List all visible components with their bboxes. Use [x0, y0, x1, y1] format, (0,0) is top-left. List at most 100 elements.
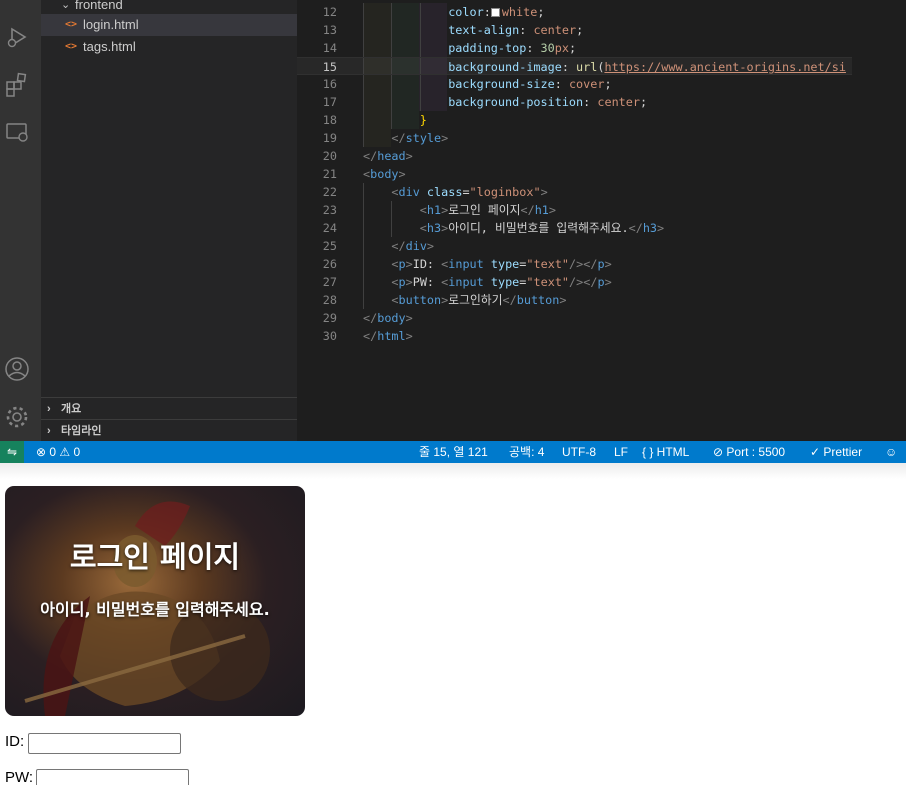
browser-toolbar-edge	[0, 463, 906, 479]
settings-gear-icon[interactable]	[4, 404, 30, 430]
line-number: 30	[322, 329, 337, 343]
code-line[interactable]: 21 <body>	[297, 165, 852, 183]
end-of-line[interactable]: LF	[614, 441, 628, 463]
code-text: <p>ID: <input type="text"/></p>	[391, 257, 612, 271]
line-number: 28	[322, 293, 337, 307]
code-line[interactable]: 14 padding-top: 30px;	[297, 39, 852, 57]
id-input[interactable]	[28, 733, 181, 754]
code-text: <button>로그인하기</button>	[391, 293, 567, 307]
chevron-right-icon: ›	[47, 403, 51, 415]
extensions-icon[interactable]	[4, 72, 30, 98]
line-number: 27	[322, 275, 337, 289]
cursor-position[interactable]: 줄 15, 열 121	[419, 441, 488, 463]
code-text: </div>	[391, 239, 435, 253]
explorer-sidebar: ⌄ frontend <> login.html <> tags.html › …	[41, 0, 297, 441]
code-text: <h3>아이디, 비밀번호를 입력해주세요.</h3>	[419, 221, 665, 235]
code-line[interactable]: 27 <p>PW: <input type="text"/></p>	[297, 273, 852, 291]
code-text: </style>	[391, 131, 449, 145]
line-number: 16	[322, 77, 337, 91]
code-line[interactable]: 13 text-align: center;	[297, 21, 852, 39]
indentation[interactable]: 공백: 4	[509, 441, 544, 463]
code-line[interactable]: 24 <h3>아이디, 비밀번호를 입력해주세요.</h3>	[297, 219, 852, 237]
feedback-icon[interactable]: ☺	[885, 441, 897, 463]
code-text: text-align: center;	[448, 23, 584, 37]
code-text: </html>	[363, 329, 413, 343]
code-line[interactable]: 25 </div>	[297, 237, 852, 255]
panel-label: 개요	[61, 403, 82, 415]
code-editor[interactable]: 12 color: white; 13 text-align: center; 14 pad…	[297, 0, 906, 441]
code-line[interactable]: 15 background-image: url(https://www.anci…	[297, 57, 852, 75]
login-box: 로그인 페이지 아이디, 비밀번호를 입력해주세요.	[5, 486, 305, 716]
encoding[interactable]: UTF-8	[562, 441, 596, 463]
panel-label: 타임라인	[61, 425, 102, 437]
code-line[interactable]: 28 <button>로그인하기</button>	[297, 291, 852, 309]
code-line[interactable]: 16 background-size: cover;	[297, 75, 852, 93]
pw-label: PW:	[5, 769, 34, 785]
line-number: 13	[322, 23, 337, 37]
file-label: login.html	[83, 17, 139, 32]
chevron-right-icon: ›	[47, 425, 51, 437]
line-number: 15	[322, 60, 337, 74]
code-line[interactable]: 22 <div class="loginbox">	[297, 183, 852, 201]
code-line[interactable]: 30 </html>	[297, 327, 852, 345]
code-line[interactable]: 17 background-position: center;	[297, 93, 852, 111]
line-number: 24	[322, 221, 337, 235]
activity-bar	[0, 0, 41, 441]
line-number: 19	[322, 131, 337, 145]
line-number: 14	[322, 41, 337, 55]
line-number: 29	[322, 311, 337, 325]
prettier-status[interactable]: ✓ Prettier	[810, 441, 862, 463]
color-swatch-icon	[490, 8, 500, 17]
code-line[interactable]: 18}	[297, 111, 852, 129]
code-text: <body>	[363, 167, 406, 181]
login-page-title: 로그인 페이지	[69, 540, 241, 574]
login-instructions: 아이디, 비밀번호를 입력해주세요.	[40, 600, 270, 619]
code-line[interactable]: 23 <h1>로그인 페이지</h1>	[297, 201, 852, 219]
id-label: ID:	[5, 733, 25, 750]
line-number: 26	[322, 257, 337, 271]
code-text: padding-top: 30px;	[448, 41, 577, 55]
code-line[interactable]: 26 <p>ID: <input type="text"/></p>	[297, 255, 852, 273]
file-label: tags.html	[83, 39, 136, 54]
pw-row: PW:	[5, 769, 189, 785]
file-tags-html[interactable]: <> tags.html	[41, 36, 297, 58]
problems-indicator[interactable]: ⊗ 0 ⚠ 0	[36, 441, 80, 463]
line-number: 21	[322, 167, 337, 181]
code-line[interactable]: 12 color: white;	[297, 3, 852, 21]
line-number: 17	[322, 95, 337, 109]
code-line[interactable]: 19 </style>	[297, 129, 852, 147]
remote-indicator-icon[interactable]: ⇋	[0, 441, 24, 463]
code-text: <div class="loginbox">	[391, 185, 548, 199]
code-text: background-size: cover;	[448, 77, 612, 91]
html-file-icon: <>	[65, 41, 78, 52]
line-number: 18	[322, 113, 337, 127]
file-login-html[interactable]: <> login.html	[41, 14, 297, 36]
pw-input[interactable]	[36, 769, 189, 785]
code-text: </head>	[363, 149, 413, 163]
code-text: }	[419, 113, 427, 127]
language-mode[interactable]: { } HTML	[642, 441, 689, 463]
panel-timeline[interactable]: › 타임라인	[41, 419, 297, 441]
id-row: ID:	[5, 733, 181, 754]
remote-explorer-icon[interactable]	[4, 120, 30, 146]
run-debug-icon[interactable]	[4, 24, 30, 50]
line-number: 23	[322, 203, 337, 217]
code-line[interactable]: 20 </head>	[297, 147, 852, 165]
html-file-icon: <>	[65, 19, 78, 30]
panel-outline[interactable]: › 개요	[41, 397, 297, 419]
account-icon[interactable]	[4, 356, 30, 382]
line-number: 25	[322, 239, 337, 253]
code-text: <h1>로그인 페이지</h1>	[419, 203, 557, 217]
code-text: background-position: center;	[448, 95, 648, 109]
live-server-port[interactable]: ⊘ Port : 5500	[713, 441, 785, 463]
line-number: 22	[322, 185, 337, 199]
vscode-window: ⌄ frontend <> login.html <> tags.html › …	[0, 0, 906, 441]
code-line[interactable]: 29 </body>	[297, 309, 852, 327]
code-text: color: white;	[448, 5, 545, 19]
line-number: 20	[322, 149, 337, 163]
code-text: background-image: url(https://www.ancien…	[448, 60, 846, 74]
status-bar: ⇋ ⊗ 0 ⚠ 0 줄 15, 열 121 공백: 4 UTF-8 LF { }…	[0, 441, 906, 463]
line-number: 12	[322, 5, 337, 19]
code-text: <p>PW: <input type="text"/></p>	[391, 275, 612, 289]
code-text: </body>	[363, 311, 413, 325]
